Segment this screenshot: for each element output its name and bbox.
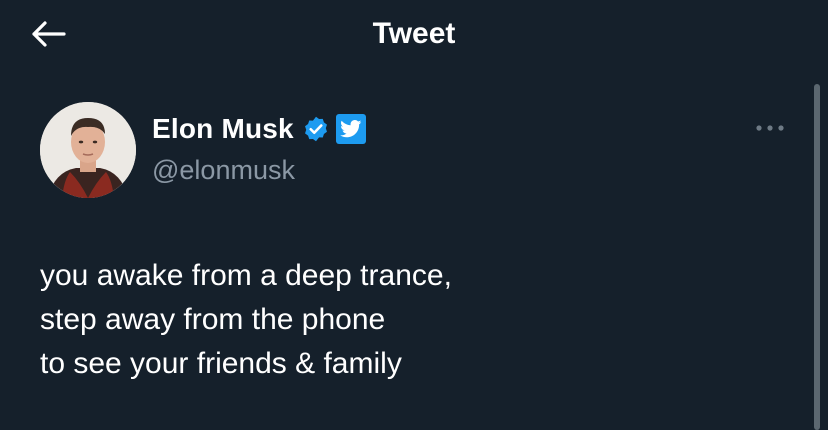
tweet-text-line: step away from the phone: [40, 303, 386, 336]
scrollbar[interactable]: [814, 84, 820, 430]
verified-badge-icon: [304, 116, 327, 142]
author-name-row[interactable]: Elon Musk: [152, 110, 366, 148]
twitter-bird-icon: [335, 114, 366, 144]
author-handle[interactable]: @elonmusk: [152, 152, 295, 188]
tweet-text-line: to see your friends & family: [40, 347, 402, 380]
tweet-text: you awake from a deep trance, step away …: [40, 254, 780, 386]
tweet-text-line: you awake from a deep trance,: [40, 259, 452, 292]
top-bar: Tweet: [0, 0, 828, 70]
avatar-photo: [40, 102, 136, 198]
more-options-button[interactable]: [750, 116, 790, 140]
avatar[interactable]: [40, 102, 136, 198]
page-title: Tweet: [372, 17, 456, 50]
author-display-name[interactable]: Elon Musk: [152, 110, 294, 148]
more-horizontal-icon: [756, 125, 784, 131]
